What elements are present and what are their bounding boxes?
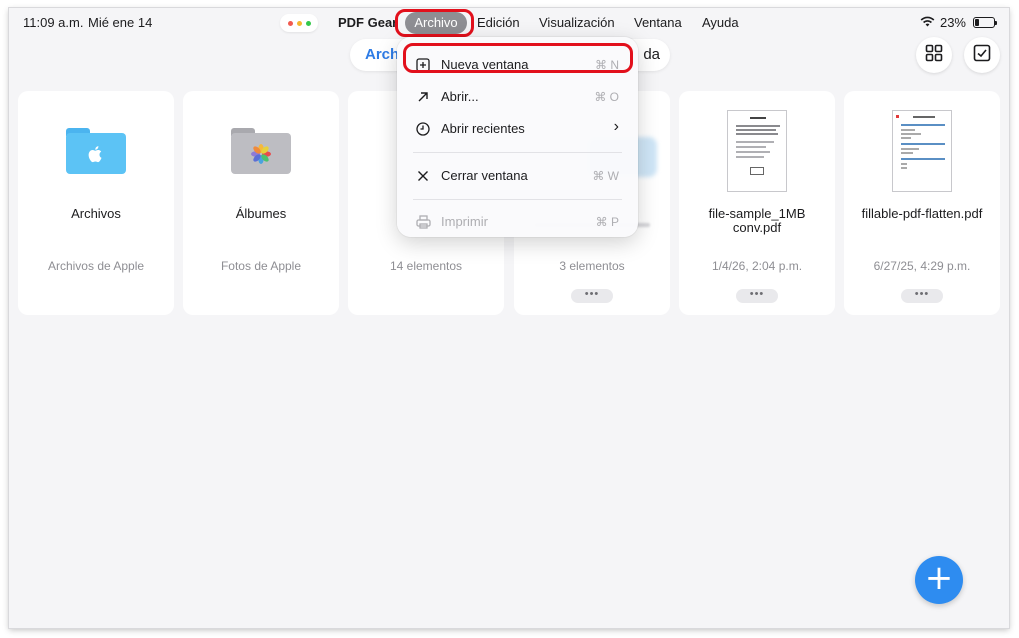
- pdf-thumbnail: [679, 103, 835, 199]
- segment-archivos[interactable]: Arch: [365, 46, 399, 63]
- more-button[interactable]: •••: [901, 289, 943, 303]
- card-file-sample[interactable]: file-sample_1MB conv.pdf 1/4/26, 2:04 p.…: [679, 91, 835, 315]
- more-button[interactable]: •••: [736, 289, 778, 303]
- more-button[interactable]: •••: [571, 289, 613, 303]
- menu-item-abrir-recientes[interactable]: Abrir recientes ›: [397, 116, 638, 142]
- menu-item-label: Abrir...: [441, 89, 479, 104]
- close-icon: [415, 168, 431, 184]
- add-button[interactable]: +: [915, 556, 963, 604]
- menu-item-abrir[interactable]: Abrir... ⌘ O: [397, 84, 638, 110]
- menu-visualizacion[interactable]: Visualización: [539, 15, 615, 30]
- chevron-right-icon: ›: [613, 118, 619, 135]
- menu-bar: PDF Gear Archivo Edición Visualización V…: [9, 12, 1009, 34]
- highlight-nueva-ventana: [403, 43, 633, 73]
- card-name: fillable-pdf-flatten.pdf: [861, 206, 983, 221]
- arrow-up-right-icon: [415, 89, 431, 105]
- app-window: 11:09 a.m. Mié ene 14 23% PDF Gear Archi…: [9, 8, 1009, 628]
- photos-folder-icon: [183, 103, 339, 199]
- card-name: Archivos: [71, 206, 121, 221]
- menu-item-imprimir[interactable]: Imprimir ⌘ P: [397, 209, 638, 235]
- files-folder-icon: [18, 103, 174, 199]
- select-button[interactable]: [964, 37, 1000, 73]
- menu-app-name[interactable]: PDF Gear: [338, 15, 397, 30]
- card-albumes[interactable]: Álbumes Fotos de Apple: [183, 91, 339, 315]
- card-fillable-pdf[interactable]: fillable-pdf-flatten.pdf 6/27/25, 4:29 p…: [844, 91, 1000, 315]
- menu-ventana[interactable]: Ventana: [634, 15, 682, 30]
- clock-icon: [415, 121, 431, 137]
- highlight-archivo: [395, 9, 474, 37]
- menu-item-shortcut: ⌘ P: [595, 215, 619, 229]
- printer-icon: [415, 214, 431, 230]
- pdf-thumbnail: [844, 103, 1000, 199]
- menu-item-shortcut: ⌘ O: [594, 90, 619, 104]
- menu-separator: [413, 199, 622, 200]
- menu-item-label: Imprimir: [441, 214, 488, 229]
- menu-separator: [413, 152, 622, 153]
- card-subtitle: 1/4/26, 2:04 p.m.: [711, 259, 803, 273]
- menu-item-shortcut: ⌘ W: [592, 169, 619, 183]
- segment-right[interactable]: da: [643, 46, 660, 63]
- card-subtitle: Archivos de Apple: [47, 259, 145, 273]
- card-archivos[interactable]: Archivos Archivos de Apple: [18, 91, 174, 315]
- grid-icon: [925, 44, 943, 67]
- menu-item-cerrar-ventana[interactable]: Cerrar ventana ⌘ W: [397, 163, 638, 189]
- card-name: file-sample_1MB conv.pdf: [708, 206, 806, 235]
- checkbox-icon: [973, 44, 991, 67]
- grid-view-button[interactable]: [916, 37, 952, 73]
- card-subtitle: 14 elementos: [389, 259, 463, 273]
- menu-ayuda[interactable]: Ayuda: [702, 15, 739, 30]
- card-subtitle: 3 elementos: [559, 259, 625, 273]
- menu-item-label: Abrir recientes: [441, 121, 525, 136]
- card-name: Álbumes: [235, 206, 287, 221]
- menu-edicion[interactable]: Edición: [477, 15, 520, 30]
- card-subtitle: 6/27/25, 4:29 p.m.: [873, 259, 971, 273]
- card-subtitle: Fotos de Apple: [220, 259, 302, 273]
- menu-item-label: Cerrar ventana: [441, 168, 528, 183]
